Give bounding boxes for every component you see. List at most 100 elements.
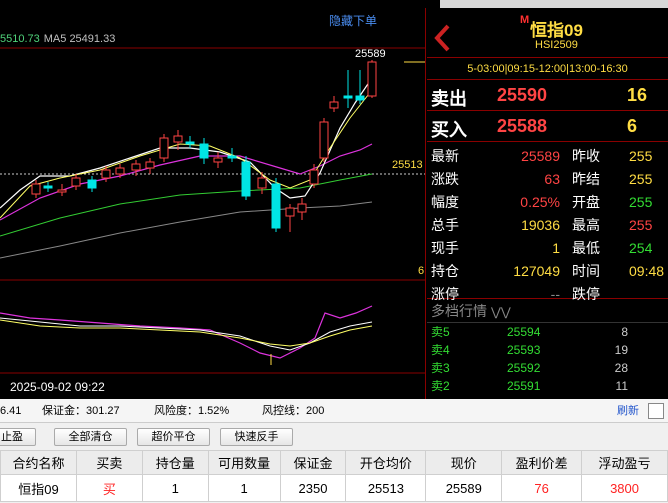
depth-row[interactable]: 卖3 25592 28 xyxy=(427,359,668,377)
ask-row[interactable]: 卖出 25590 16 xyxy=(427,80,668,111)
candle-body xyxy=(355,95,365,101)
trade-panel: 6.41 保证金：301.27 风险度：1.52% 风控线：200 刷新 止盈 … xyxy=(0,399,668,503)
bid-row[interactable]: 买入 25588 6 xyxy=(427,111,668,142)
column-header[interactable]: 合约名称 xyxy=(0,450,77,475)
close-all-button[interactable]: 全部清仓 xyxy=(54,428,127,446)
hide-order-link[interactable]: 隐藏下单 xyxy=(329,12,377,29)
contract-title: 恒指09 xyxy=(530,21,583,40)
depth-volume: 19 xyxy=(614,343,628,357)
cell-floating-pnl: 3800 xyxy=(581,474,668,502)
candle-body xyxy=(271,183,281,229)
depth-price: 25594 xyxy=(507,325,541,339)
candle-body xyxy=(241,161,251,197)
stat-label: 最新 xyxy=(431,148,459,164)
stat-label: 现手 xyxy=(431,240,459,256)
quote-stats: 最新 25589 昨收 255 涨跌 63 昨结 255 幅度 0.25% 开盘… xyxy=(427,142,668,302)
column-header[interactable]: 现价 xyxy=(425,450,503,475)
m-badge: M xyxy=(520,14,530,26)
column-header[interactable]: 盈利价差 xyxy=(501,450,583,475)
ma-legend: 5510.73 MA5 25491.33 xyxy=(0,33,115,45)
cell-position: 1 xyxy=(141,474,209,502)
stat-row: 幅度 0.25% 开盘 255 xyxy=(427,191,668,214)
stat-value: 127049 xyxy=(513,263,560,279)
stat-row: 现手 1 最低 254 xyxy=(427,237,668,260)
candle-body xyxy=(173,135,183,143)
contract-code: HSI2509 xyxy=(535,39,578,51)
top-strip-right xyxy=(440,0,668,8)
ask-price: 25590 xyxy=(497,85,548,105)
column-header[interactable]: 买卖 xyxy=(75,450,143,475)
cell-available: 1 xyxy=(207,474,281,502)
last-price-label: 25513 xyxy=(392,159,423,171)
candle-body xyxy=(227,155,237,159)
column-header[interactable]: 浮动盈亏 xyxy=(581,450,668,475)
candle-body xyxy=(367,61,377,97)
stat-value: 0.25% xyxy=(520,194,560,210)
cell-current-price: 25589 xyxy=(425,474,503,502)
positions-header-row: 合约名称 买卖 持仓量 可用数量 保证金 开仓均价 现价 盈利价差 浮动盈亏 xyxy=(0,450,668,475)
ask-volume: 16 xyxy=(627,85,648,105)
cell-contract: 恒指09 xyxy=(0,474,77,502)
stat-value: 255 xyxy=(629,194,653,210)
account-margin: 保证金：301.27 xyxy=(42,405,120,417)
cell-open-price: 25513 xyxy=(345,474,427,502)
candle-body xyxy=(257,177,267,189)
cell-margin: 2350 xyxy=(279,474,347,502)
stat-label: 开盘 xyxy=(572,194,600,210)
stat-value: 25589 xyxy=(521,148,560,164)
ask-label: 卖出 xyxy=(431,89,467,109)
stat-label: 时间 xyxy=(572,263,600,279)
stat-label: 幅度 xyxy=(431,194,459,210)
reverse-button[interactable]: 快速反手 xyxy=(220,428,293,446)
candles xyxy=(31,60,377,232)
depth-header[interactable]: 多档行情 ⋁⋁ xyxy=(427,299,668,323)
candle-body xyxy=(131,163,141,171)
account-info-bar: 6.41 保证金：301.27 风险度：1.52% 风控线：200 刷新 xyxy=(0,399,668,423)
refresh-link[interactable]: 刷新 xyxy=(617,399,639,423)
stop-profit-button[interactable]: 止盈 xyxy=(0,428,36,446)
stat-row: 涨跌 63 昨结 255 xyxy=(427,168,668,191)
candle-body xyxy=(115,167,125,175)
high-price-label: 25589 xyxy=(355,48,386,60)
stat-value: 1 xyxy=(552,240,560,256)
candle-body xyxy=(343,95,353,99)
stat-row: 总手 19036 最高 255 xyxy=(427,214,668,237)
stat-row: 最新 25589 昨收 255 xyxy=(427,145,668,168)
back-arrow-icon[interactable] xyxy=(433,24,451,52)
candle-body xyxy=(309,169,319,185)
depth-title: 多档行情 xyxy=(431,303,487,319)
column-header[interactable]: 持仓量 xyxy=(141,450,209,475)
table-row[interactable]: 恒指09 买 1 1 2350 25513 25589 76 3800 xyxy=(0,474,668,502)
stat-value: 254 xyxy=(629,240,653,256)
depth-volume: 28 xyxy=(614,361,628,375)
stat-label: 涨跌 xyxy=(431,171,459,187)
stat-label: 昨结 xyxy=(572,171,600,187)
candle-body xyxy=(199,143,209,159)
settings-icon[interactable] xyxy=(648,403,664,419)
candle-body xyxy=(159,137,169,159)
positions-table: 合约名称 买卖 持仓量 可用数量 保证金 开仓均价 现价 盈利价差 浮动盈亏 恒… xyxy=(0,450,668,502)
candle-body xyxy=(71,177,81,187)
column-header[interactable]: 可用数量 xyxy=(207,450,281,475)
depth-row[interactable]: 卖4 25593 19 xyxy=(427,341,668,359)
depth-label: 卖4 xyxy=(431,343,450,357)
column-header[interactable]: 保证金 xyxy=(279,450,347,475)
depth-row[interactable]: 卖2 25591 11 xyxy=(427,377,668,395)
depth-row[interactable]: 卖5 25594 8 xyxy=(427,323,668,341)
super-close-button[interactable]: 超价平仓 xyxy=(137,428,210,446)
depth-label: 卖5 xyxy=(431,325,450,339)
kline-chart[interactable]: 隐藏下单 5510.73 MA5 25491.33 25589 25513 6 2… xyxy=(0,8,426,399)
quote-panel: M 恒指09 HSI2509 5-03:00|09:15-12:00|13:00… xyxy=(427,8,668,399)
stat-value: 255 xyxy=(629,217,653,233)
double-chevron-down-icon[interactable]: ⋁⋁ xyxy=(491,305,511,319)
candle-body xyxy=(57,189,67,193)
candle-body xyxy=(285,207,295,217)
column-header[interactable]: 开仓均价 xyxy=(345,450,427,475)
kline-chart-canvas[interactable] xyxy=(0,8,426,399)
trading-session: 5-03:00|09:15-12:00|13:00-16:30 xyxy=(427,58,668,80)
candle-body xyxy=(87,179,97,189)
toolbar: 止盈 全部清仓 超价平仓 快速反手 xyxy=(0,423,668,450)
candle-body xyxy=(329,101,339,109)
stat-value: 255 xyxy=(629,148,653,164)
candle-body xyxy=(145,161,155,169)
